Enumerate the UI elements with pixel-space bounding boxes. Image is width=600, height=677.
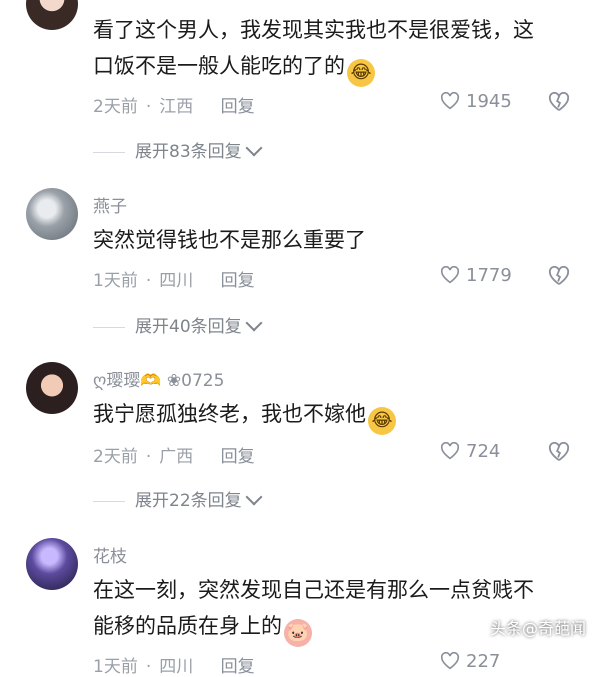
like-button[interactable]: 724 <box>440 441 500 462</box>
reply-button[interactable]: 回复 <box>221 447 255 467</box>
username[interactable]: ღ璎璎🫶 ❀0725 <box>93 366 224 391</box>
comment-meta: 2天前 · 江西 回复 <box>93 97 255 117</box>
heart-icon <box>440 442 460 460</box>
comment-meta: 2天前 · 广西 回复 <box>93 447 255 467</box>
reply-button[interactable]: 回复 <box>221 97 255 117</box>
laughing-emoji-icon: 😂 <box>347 59 375 87</box>
heart-icon <box>440 652 460 670</box>
avatar[interactable] <box>26 188 78 240</box>
avatar[interactable] <box>26 362 78 414</box>
heart-icon <box>440 266 460 284</box>
expand-replies-button[interactable]: 展开40条回复 <box>93 312 263 337</box>
username[interactable]: 燕子 <box>93 192 127 217</box>
broken-heart-icon[interactable] <box>548 442 570 462</box>
username[interactable]: 花枝 <box>93 542 127 567</box>
heart-icon <box>440 92 460 110</box>
watermark: 头条@奇葩闻 <box>489 619 586 638</box>
avatar[interactable] <box>26 0 78 30</box>
pig-emoji-icon: 🐷 <box>284 619 312 647</box>
chevron-down-icon <box>245 139 263 157</box>
comment-text: 看了这个男人，我发现其实我也不是很爱钱，这 口饭不是一般人能吃的了的 😂 <box>93 12 573 87</box>
comment-text: 突然觉得钱也不是那么重要了 <box>93 228 366 252</box>
like-button[interactable]: 227 <box>440 651 500 672</box>
avatar[interactable] <box>26 538 78 590</box>
comment-meta: 1天前 · 四川 回复 <box>93 657 255 677</box>
reply-button[interactable]: 回复 <box>221 271 255 291</box>
chevron-down-icon <box>245 488 263 506</box>
like-button[interactable]: 1779 <box>440 265 512 286</box>
comment-meta: 1天前 · 四川 回复 <box>93 271 255 291</box>
like-button[interactable]: 1945 <box>440 91 512 112</box>
reply-button[interactable]: 回复 <box>221 657 255 677</box>
comment-text: 我宁愿孤独终老，我也不嫁他 😂 <box>93 396 573 435</box>
broken-heart-icon[interactable] <box>548 266 570 286</box>
expand-replies-button[interactable]: 展开83条回复 <box>93 137 263 162</box>
laughing-emoji-icon: 😂 <box>368 407 396 435</box>
expand-replies-button[interactable]: 展开22条回复 <box>93 486 263 511</box>
chevron-down-icon <box>245 314 263 332</box>
broken-heart-icon[interactable] <box>548 92 570 112</box>
